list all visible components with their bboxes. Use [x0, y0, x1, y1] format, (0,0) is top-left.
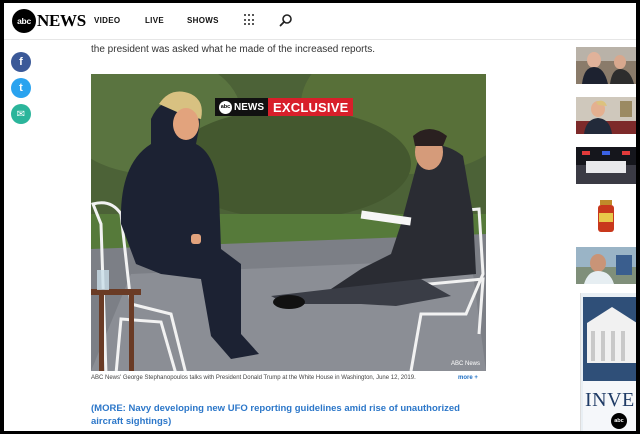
- nav-video[interactable]: VIDEO: [94, 16, 120, 25]
- share-twitter-button[interactable]: t: [11, 78, 31, 98]
- rail-thumbnail[interactable]: [576, 197, 636, 234]
- logo-badge: abc: [12, 9, 36, 33]
- rail-thumbnail[interactable]: [576, 97, 636, 134]
- interview-scene: [91, 74, 486, 371]
- email-icon: ✉: [16, 108, 26, 120]
- facebook-icon: f: [19, 56, 23, 68]
- article-photo[interactable]: abc NEWS EXCLUSIVE ABC News: [91, 74, 486, 371]
- ad-logo-badge: abc: [611, 413, 627, 429]
- caption-more-link[interactable]: more +: [458, 375, 478, 381]
- badge-brand: NEWS: [234, 101, 264, 113]
- badge-label: EXCLUSIVE: [268, 98, 354, 116]
- abc-news-logo[interactable]: abc NEWS: [12, 9, 86, 33]
- exclusive-badge: abc NEWS EXCLUSIVE: [215, 98, 354, 116]
- nav-live[interactable]: LIVE: [145, 16, 164, 25]
- ad-headline: INVE: [585, 389, 635, 411]
- nav-shows[interactable]: SHOWS: [187, 16, 219, 25]
- browser-viewport: abc NEWS VIDEO LIVE SHOWS f t ✉ the pres…: [4, 3, 636, 431]
- badge-logo-circle: abc: [219, 100, 232, 114]
- rail-thumbnail[interactable]: [576, 247, 636, 284]
- twitter-icon: t: [19, 82, 23, 94]
- rail-thumbnail[interactable]: [576, 47, 636, 84]
- share-email-button[interactable]: ✉: [11, 104, 31, 124]
- related-article-link[interactable]: (MORE: Navy developing new UFO reporting…: [91, 402, 491, 428]
- photo-caption: ABC News' George Stephanopoulos talks wi…: [91, 375, 416, 381]
- grid-icon[interactable]: [244, 14, 256, 26]
- search-icon[interactable]: [279, 13, 293, 27]
- article-paragraph: the president was asked what he made of …: [91, 44, 376, 55]
- top-navigation: abc NEWS VIDEO LIVE SHOWS: [4, 3, 636, 40]
- photo-credit: ABC News: [450, 361, 480, 367]
- share-facebook-button[interactable]: f: [11, 52, 31, 72]
- rail-thumbnail[interactable]: [576, 147, 636, 184]
- logo-word: NEWS: [37, 11, 86, 30]
- advertisement[interactable]: INVE abc: [580, 293, 636, 431]
